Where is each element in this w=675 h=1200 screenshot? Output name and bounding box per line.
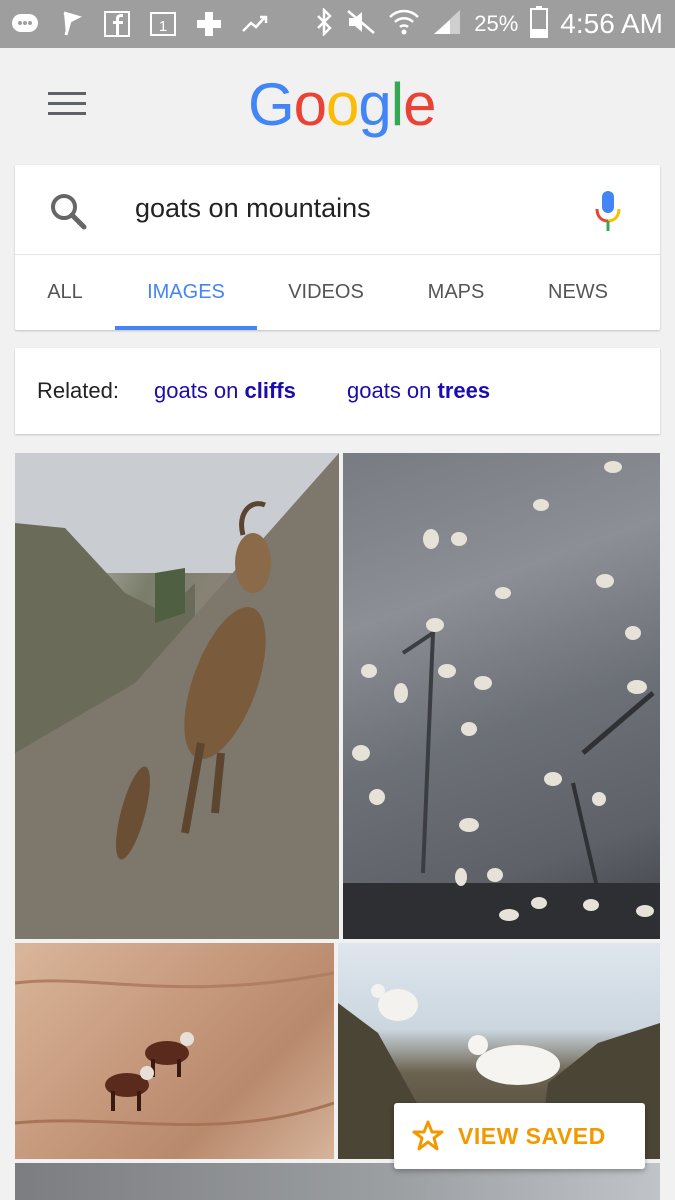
brown-goats-image — [15, 971, 334, 1127]
microphone-icon[interactable] — [593, 189, 623, 233]
logo-letter: o — [293, 71, 327, 138]
search-tabs: ALL IMAGES VIDEOS MAPS NEWS — [15, 255, 660, 330]
view-saved-button[interactable]: VIEW SAVED — [394, 1103, 645, 1169]
tab-label: IMAGES — [147, 281, 225, 303]
tab-label: ALL — [47, 281, 83, 303]
mute-icon — [346, 9, 376, 40]
tab-videos[interactable]: VIDEOS — [267, 255, 385, 330]
image-result-ibex-cliff[interactable] — [15, 453, 339, 939]
view-saved-label: VIEW SAVED — [458, 1122, 606, 1149]
logo-letter: G — [248, 71, 295, 138]
tab-all[interactable]: ALL — [15, 255, 115, 330]
related-link-prefix: goats on — [154, 378, 245, 403]
search-card: ALL IMAGES VIDEOS MAPS NEWS — [15, 165, 660, 330]
related-link-bold: trees — [437, 378, 491, 403]
logo-letter: g — [358, 71, 391, 138]
menu-bar — [48, 92, 86, 95]
logo-letter: o — [326, 71, 359, 138]
ibex-image — [15, 453, 339, 939]
health-cross-icon — [194, 9, 224, 39]
google-logo[interactable]: Google — [248, 70, 437, 139]
star-icon — [412, 1120, 444, 1151]
battery-percent: 25% — [474, 11, 519, 36]
search-icon[interactable] — [48, 191, 88, 231]
tab-maps[interactable]: MAPS — [395, 255, 517, 330]
tab-label: MAPS — [427, 281, 485, 303]
menu-bar — [48, 112, 86, 115]
wifi-icon — [388, 8, 420, 41]
goats-rock-face-image — [343, 461, 660, 939]
related-searches: Related: goats on cliffs goats on trees — [15, 348, 660, 434]
status-icons-left: 1 — [10, 6, 270, 42]
tab-images[interactable]: IMAGES — [115, 255, 257, 330]
related-link-cliffs[interactable]: goats on cliffs — [154, 378, 296, 404]
related-link-bold: cliffs — [244, 378, 296, 403]
facebook-icon — [102, 9, 132, 39]
logo-letter: e — [403, 71, 436, 138]
svg-text:1: 1 — [159, 18, 167, 35]
hamburger-menu-button[interactable] — [48, 92, 86, 120]
signal-icon — [432, 8, 462, 41]
clock: 4:56 AM — [560, 8, 663, 39]
search-input[interactable] — [135, 193, 555, 224]
status-bar: 1 25% 4:56 AM — [0, 0, 675, 48]
active-tab-indicator — [115, 326, 257, 330]
app-header: Google — [0, 48, 675, 160]
search-bar — [15, 165, 660, 255]
trend-icon — [240, 9, 270, 39]
tab-label: VIDEOS — [288, 281, 364, 303]
battery-icon — [530, 5, 549, 43]
status-icons-right: 25% 4:56 AM — [314, 0, 663, 48]
calendar-icon: 1 — [148, 9, 178, 39]
bluetooth-icon — [314, 6, 334, 41]
menu-bar — [48, 102, 86, 105]
related-label: Related: — [37, 378, 119, 403]
image-result-brown-goats[interactable] — [15, 943, 334, 1159]
image-result-goats-rock-face[interactable] — [343, 453, 660, 939]
tab-label: NEWS — [548, 281, 608, 303]
tab-news[interactable]: NEWS — [527, 255, 629, 330]
chat-icon — [10, 9, 40, 39]
related-link-trees[interactable]: goats on trees — [347, 378, 490, 404]
related-link-prefix: goats on — [347, 378, 438, 403]
logo-letter: l — [390, 71, 404, 138]
flag-icon — [56, 9, 86, 39]
